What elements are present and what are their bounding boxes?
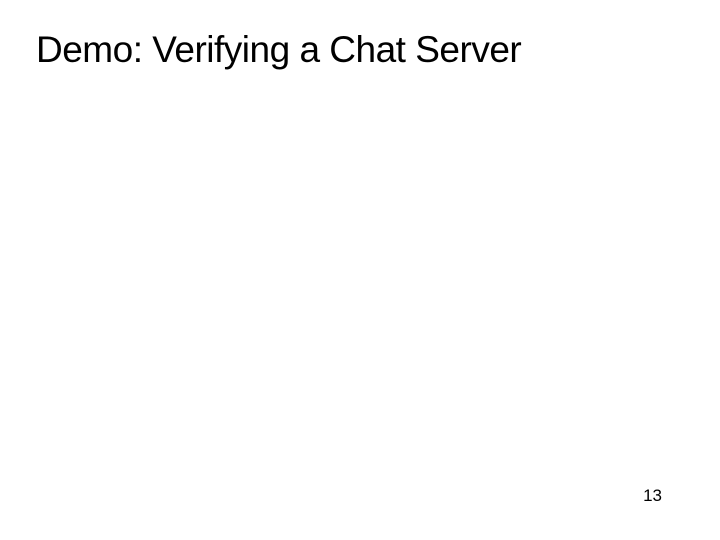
page-number: 13: [643, 486, 662, 506]
slide-container: Demo: Verifying a Chat Server 13: [0, 0, 720, 540]
slide-title: Demo: Verifying a Chat Server: [36, 28, 684, 72]
